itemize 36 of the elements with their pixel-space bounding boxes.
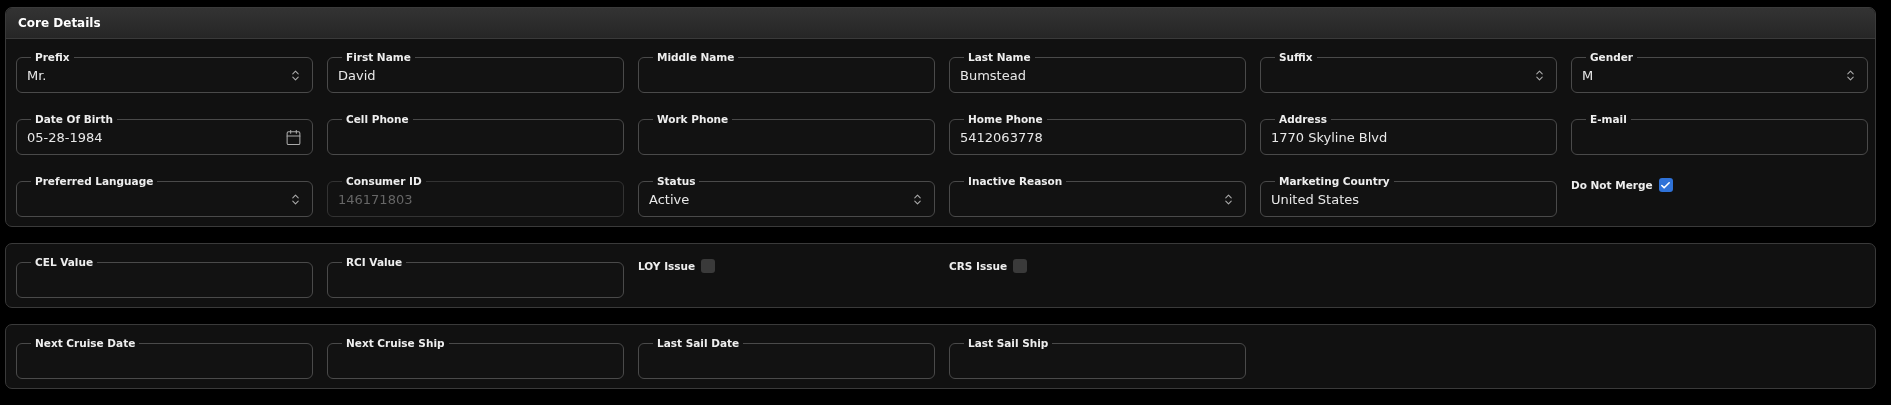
panel-title: Core Details [6,8,1875,39]
input-field[interactable]: Address 1770 Skyline Blvd [1260,113,1557,155]
input-field[interactable]: Last Sail Date [638,337,935,379]
input-field[interactable]: Home Phone 5412063778 [949,113,1246,155]
checkbox-label: LOY Issue [638,260,696,272]
select-field[interactable]: Inactive Reason [949,175,1246,217]
chevron-up-down-icon [1844,69,1857,82]
input-field[interactable]: Middle Name [638,51,935,93]
input-field[interactable]: RCI Value [327,256,624,298]
checkbox[interactable] [1658,178,1673,192]
checkbox-label: CRS Issue [949,260,1007,272]
calendar-icon [285,129,302,146]
input-field[interactable]: Next Cruise Ship [327,337,624,379]
chevron-up-down-icon [1533,69,1546,82]
chevron-up-down-icon [911,193,924,206]
input-field[interactable]: Marketing Country United States [1260,175,1557,217]
input-field[interactable]: E-mail [1571,113,1868,155]
input-field[interactable]: CEL Value [16,256,313,298]
select-field[interactable]: Gender M [1571,51,1868,93]
input-field[interactable]: Cell Phone [327,113,624,155]
checkbox-label: Do Not Merge [1571,179,1653,191]
chevron-up-down-icon [289,69,302,82]
input-field[interactable]: Next Cruise Date [16,337,313,379]
select-field[interactable]: Suffix [1260,51,1557,93]
checkbox[interactable] [701,259,716,273]
input-field[interactable]: First Name David [327,51,624,93]
select-field[interactable]: Status Active [638,175,935,217]
checkbox[interactable] [1013,259,1027,273]
select-field[interactable]: Prefix Mr. [16,51,313,93]
select-field[interactable]: Preferred Language [16,175,313,217]
chevron-up-down-icon [289,193,302,206]
input-field[interactable]: Last Name Bumstead [949,51,1246,93]
date-field[interactable]: Date Of Birth 05-28-1984 [16,113,313,155]
chevron-up-down-icon [1222,193,1235,206]
input-field[interactable]: Work Phone [638,113,935,155]
input-field[interactable]: Last Sail Ship [949,337,1246,379]
